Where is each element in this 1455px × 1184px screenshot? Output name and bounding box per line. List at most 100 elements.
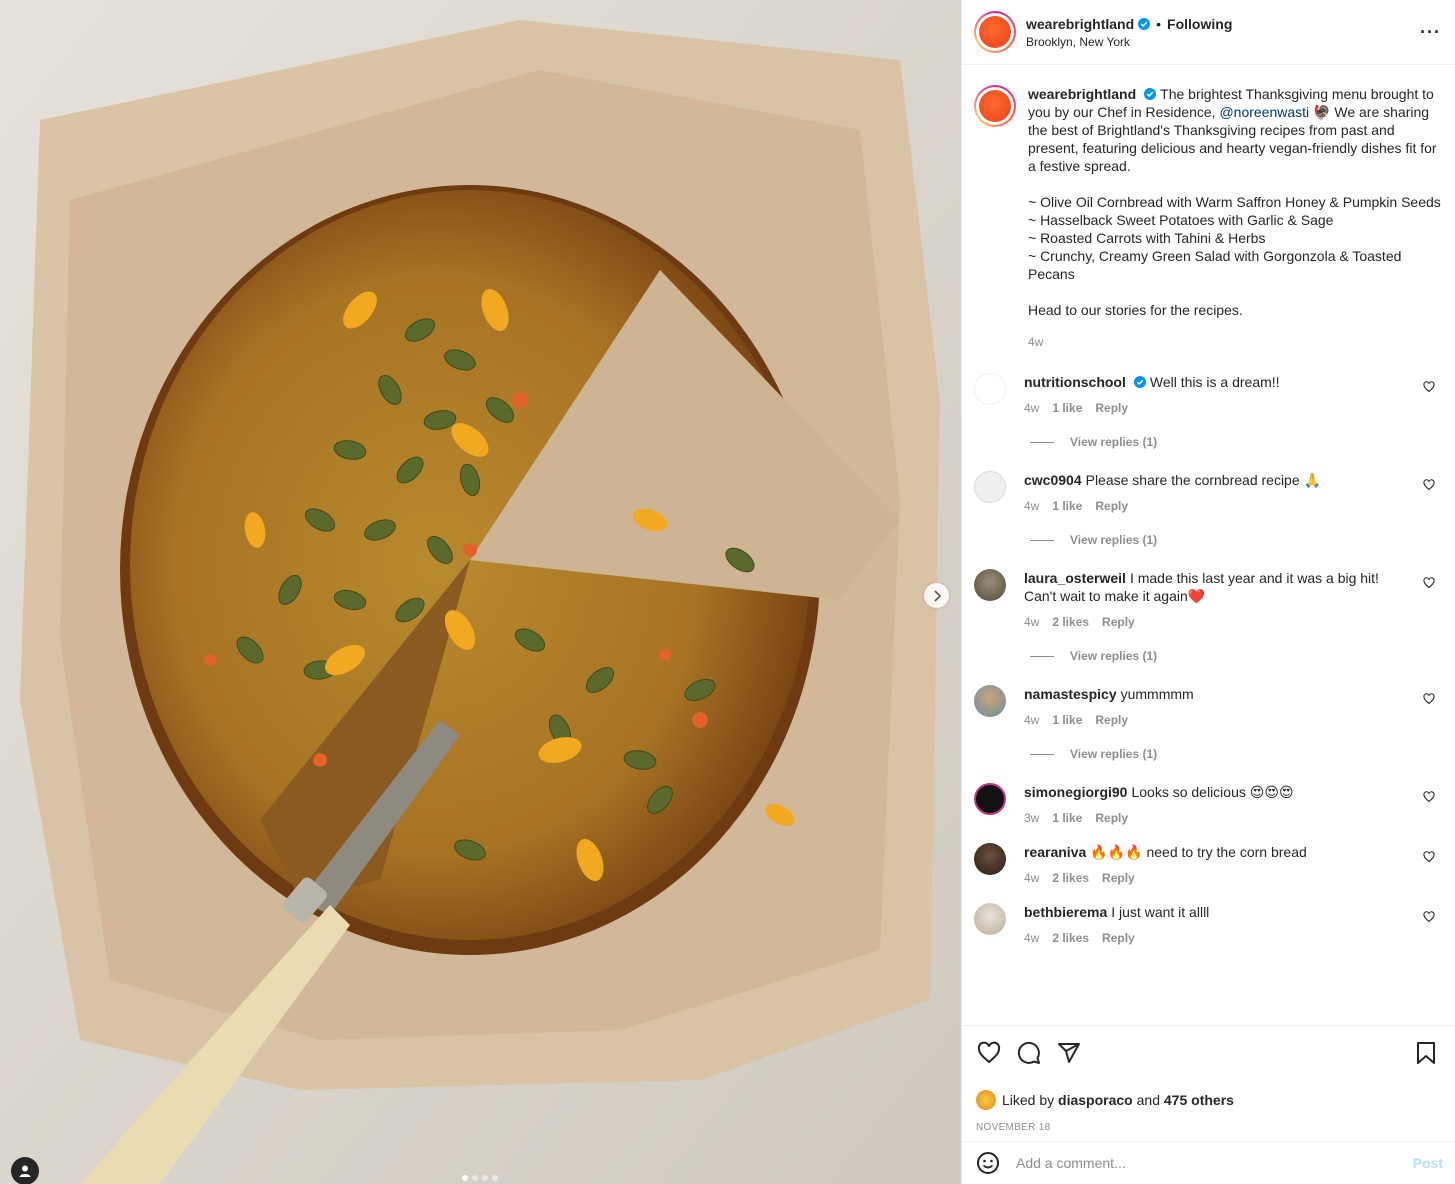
- commenter-avatar[interactable]: [974, 569, 1006, 601]
- reply-button[interactable]: Reply: [1102, 869, 1135, 887]
- caption: wearebrightland The brightest Thanksgivin…: [974, 85, 1441, 351]
- comment-text: Please share the cornbread recipe 🙏: [1085, 472, 1321, 488]
- comment-heart-icon[interactable]: [1423, 479, 1435, 491]
- comment-button[interactable]: [1016, 1040, 1042, 1066]
- liker-username[interactable]: diasporaco: [1058, 1092, 1133, 1108]
- like-button[interactable]: [976, 1040, 1002, 1066]
- comment-heart-icon[interactable]: [1423, 577, 1435, 589]
- avatar[interactable]: [974, 11, 1016, 53]
- comment-time[interactable]: 4w: [1024, 711, 1039, 729]
- reply-button[interactable]: Reply: [1102, 613, 1135, 631]
- commenter-username[interactable]: laura_osterweil: [1024, 570, 1126, 586]
- comment-time[interactable]: 4w: [1024, 497, 1039, 515]
- comments-list[interactable]: wearebrightland The brightest Thanksgivin…: [962, 65, 1455, 1025]
- post-header: wearebrightland • Following Brooklyn, Ne…: [962, 0, 1455, 65]
- comment-likes[interactable]: 2 likes: [1052, 929, 1089, 947]
- view-replies-button[interactable]: View replies (1): [1030, 435, 1441, 449]
- carousel-dot: [462, 1175, 468, 1181]
- comment-likes[interactable]: 1 like: [1052, 711, 1082, 729]
- comment-time[interactable]: 4w: [1024, 613, 1039, 631]
- comment-likes[interactable]: 2 likes: [1052, 613, 1089, 631]
- comment-item: laura_osterweil I made this last year and…: [974, 569, 1441, 663]
- comment-text: Looks so delicious 😍😍😍: [1131, 784, 1294, 800]
- caption-time[interactable]: 4w: [1028, 333, 1043, 351]
- author-username[interactable]: wearebrightland: [1026, 16, 1134, 32]
- post-location[interactable]: Brooklyn, New York: [1026, 35, 1420, 49]
- commenter-avatar[interactable]: [974, 783, 1006, 815]
- post-date[interactable]: NOVEMBER 18: [976, 1122, 1439, 1133]
- verified-badge-icon: [1133, 376, 1146, 388]
- more-options-icon[interactable]: ···: [1420, 22, 1441, 43]
- comment-composer: Post: [962, 1141, 1455, 1184]
- bookmark-icon: [1417, 1042, 1435, 1064]
- commenter-avatar[interactable]: [974, 471, 1006, 503]
- commenter-username[interactable]: namastespicy: [1024, 686, 1117, 702]
- brand-logo: [979, 16, 1011, 48]
- commenter-avatar[interactable]: [974, 685, 1006, 717]
- cornbread-photo: [0, 0, 961, 1184]
- post-sidebar: wearebrightland • Following Brooklyn, Ne…: [961, 0, 1455, 1184]
- post-comment-button[interactable]: Post: [1413, 1155, 1443, 1171]
- mention-link[interactable]: @noreenwasti: [1219, 104, 1309, 120]
- comment-item: namastespicy yummmmm 4w 1 like Reply View…: [974, 685, 1441, 761]
- comment-heart-icon[interactable]: [1423, 851, 1435, 863]
- avatar[interactable]: [974, 85, 1016, 127]
- commenter-username[interactable]: bethbierema: [1024, 904, 1107, 920]
- comment-text: yummmmm: [1120, 686, 1194, 702]
- commenter-avatar[interactable]: [974, 373, 1006, 405]
- reply-button[interactable]: Reply: [1095, 497, 1128, 515]
- comment-time[interactable]: 4w: [1024, 929, 1039, 947]
- comment-item: rearaniva 🔥🔥🔥 need to try the corn bread …: [974, 843, 1441, 887]
- view-replies-button[interactable]: View replies (1): [1030, 747, 1441, 761]
- comment-time[interactable]: 4w: [1024, 869, 1039, 887]
- comment-likes[interactable]: 1 like: [1052, 809, 1082, 827]
- carousel-next-button[interactable]: [924, 583, 949, 608]
- post-media[interactable]: [0, 0, 961, 1184]
- likes-count[interactable]: 475 others: [1164, 1092, 1234, 1108]
- commenter-username[interactable]: cwc0904: [1024, 472, 1082, 488]
- tagged-users-button[interactable]: [11, 1157, 39, 1184]
- verified-badge-icon: [1138, 17, 1151, 30]
- comment-text: I just want it allll: [1111, 904, 1210, 920]
- post-actions: Liked by diasporaco and 475 others NOVEM…: [962, 1025, 1455, 1141]
- comment-likes[interactable]: 1 like: [1052, 399, 1082, 417]
- comment-item: bethbierema I just want it allll 4w 2 lik…: [974, 903, 1441, 947]
- share-icon: [1058, 1043, 1080, 1063]
- carousel-indicator: [462, 1175, 498, 1181]
- reply-button[interactable]: Reply: [1095, 399, 1128, 417]
- commenter-avatar[interactable]: [974, 903, 1006, 935]
- comment-heart-icon[interactable]: [1423, 791, 1435, 803]
- share-button[interactable]: [1056, 1040, 1082, 1066]
- comment-input[interactable]: [1016, 1155, 1413, 1171]
- following-button[interactable]: Following: [1167, 16, 1232, 32]
- commenter-username[interactable]: simonegiorgi90: [1024, 784, 1127, 800]
- recipe-item: ~ Olive Oil Cornbread with Warm Saffron …: [1028, 194, 1441, 210]
- comment-time[interactable]: 4w: [1024, 399, 1039, 417]
- caption-username[interactable]: wearebrightland: [1028, 86, 1136, 102]
- comment-heart-icon[interactable]: [1423, 911, 1435, 923]
- reply-button[interactable]: Reply: [1102, 929, 1135, 947]
- reply-button[interactable]: Reply: [1095, 809, 1128, 827]
- commenter-avatar[interactable]: [974, 843, 1006, 875]
- recipe-list: ~ Olive Oil Cornbread with Warm Saffron …: [1028, 193, 1441, 283]
- comment-heart-icon[interactable]: [1423, 693, 1435, 705]
- reply-button[interactable]: Reply: [1095, 711, 1128, 729]
- view-replies-button[interactable]: View replies (1): [1030, 533, 1441, 547]
- carousel-dot: [472, 1175, 478, 1181]
- save-button[interactable]: [1413, 1040, 1439, 1066]
- user-tag-icon: [19, 1165, 31, 1177]
- comment-likes[interactable]: 1 like: [1052, 497, 1082, 515]
- comment-time[interactable]: 3w: [1024, 809, 1039, 827]
- comment-likes[interactable]: 2 likes: [1052, 869, 1089, 887]
- separator-dot: •: [1156, 15, 1162, 32]
- instagram-post-modal: wearebrightland • Following Brooklyn, Ne…: [0, 0, 1455, 1184]
- emoji-icon[interactable]: [976, 1151, 1000, 1175]
- recipe-item: ~ Roasted Carrots with Tahini & Herbs: [1028, 230, 1266, 246]
- comment-icon: [1017, 1041, 1040, 1064]
- commenter-username[interactable]: rearaniva: [1024, 844, 1086, 860]
- liker-avatar[interactable]: [976, 1090, 996, 1110]
- comment-heart-icon[interactable]: [1423, 381, 1435, 393]
- view-replies-button[interactable]: View replies (1): [1030, 649, 1441, 663]
- commenter-username[interactable]: nutritionschool: [1024, 374, 1126, 390]
- likes-summary: Liked by diasporaco and 475 others: [976, 1090, 1439, 1110]
